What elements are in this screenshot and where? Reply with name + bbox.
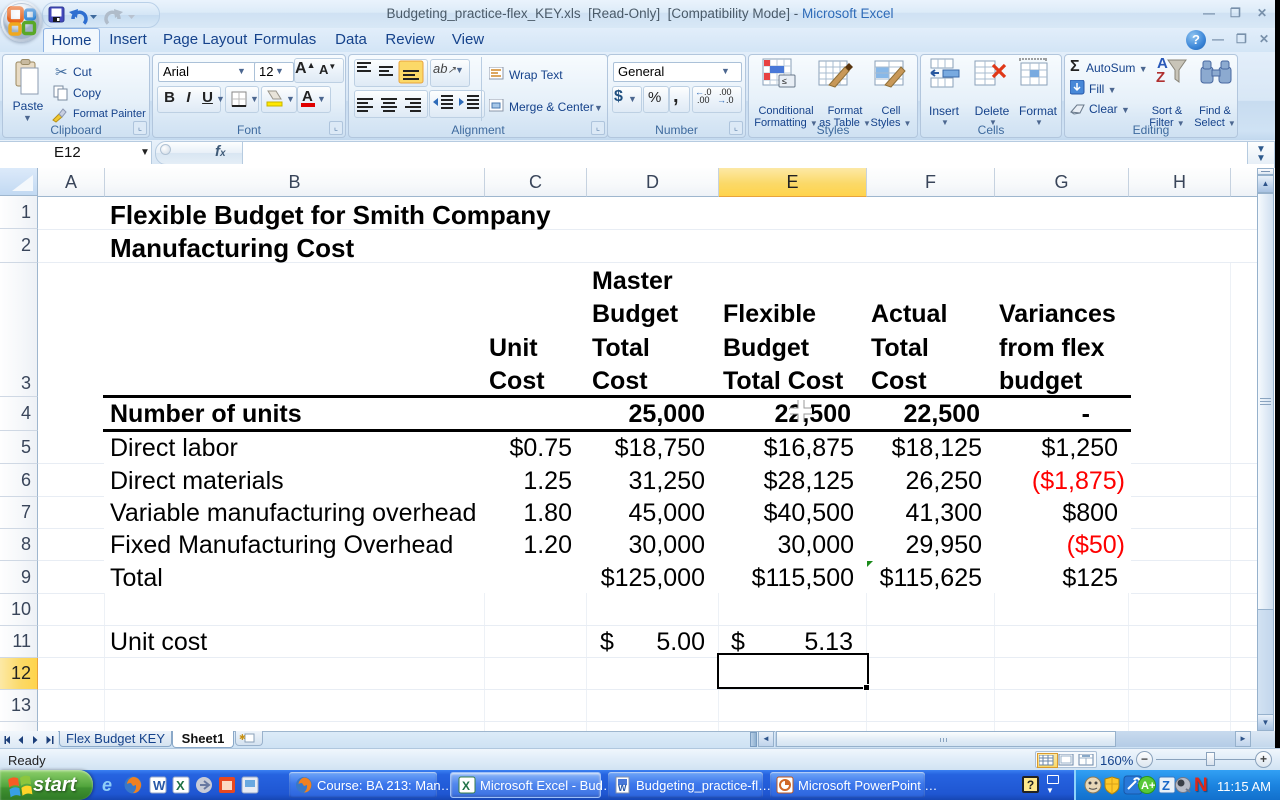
svg-text:Z: Z bbox=[1162, 778, 1170, 793]
svg-text:A+: A+ bbox=[1141, 780, 1155, 792]
svg-text:≤: ≤ bbox=[782, 76, 787, 86]
svg-text:✱: ✱ bbox=[239, 733, 246, 742]
svg-text:X: X bbox=[176, 778, 185, 793]
svg-text:W: W bbox=[618, 783, 627, 793]
svg-text:e: e bbox=[102, 775, 112, 795]
svg-text:W: W bbox=[153, 778, 166, 793]
svg-text:X: X bbox=[462, 779, 470, 793]
